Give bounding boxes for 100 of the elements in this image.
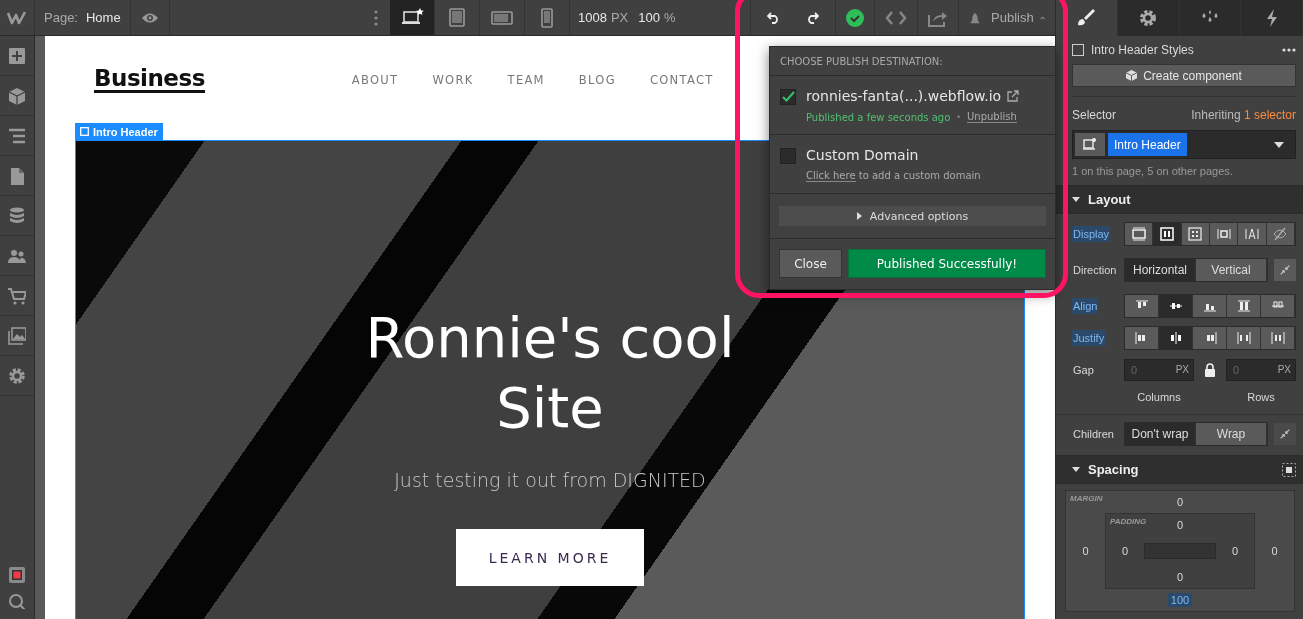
checkbox-icon[interactable] bbox=[1072, 44, 1084, 56]
page-selector[interactable]: Page: Home bbox=[35, 0, 131, 35]
layout-option-button[interactable] bbox=[1193, 327, 1227, 349]
gap-caption: Columns bbox=[1136, 391, 1182, 403]
spacing-box-icon[interactable] bbox=[1282, 462, 1296, 477]
publish-success-button[interactable]: Published Successfully! bbox=[848, 249, 1046, 278]
swap-arrows-icon bbox=[1280, 427, 1290, 441]
settings-icon bbox=[1138, 8, 1159, 28]
learn-more-button[interactable]: LEARN MORE bbox=[456, 529, 644, 586]
inline-icon bbox=[1244, 227, 1259, 241]
nav-link[interactable]: CONTACT bbox=[649, 72, 714, 87]
swap-arrows-icon bbox=[1280, 263, 1290, 277]
close-button[interactable]: Close bbox=[779, 249, 842, 278]
inheriting-label: Inheriting bbox=[1191, 108, 1241, 122]
reverse-button[interactable] bbox=[1274, 259, 1296, 281]
margin-value[interactable]: 0 bbox=[1079, 544, 1092, 558]
align-stretch-icon bbox=[1236, 299, 1251, 313]
layout-option-button[interactable] bbox=[1261, 327, 1295, 349]
grid-icon bbox=[1188, 227, 1203, 241]
element-button[interactable] bbox=[1075, 133, 1105, 156]
property-label: Children bbox=[1072, 427, 1115, 442]
margin-value[interactable]: 0 bbox=[1268, 544, 1281, 558]
nav-link[interactable]: WORK bbox=[432, 72, 474, 87]
selected-element-label: Intro Header bbox=[75, 123, 163, 140]
undo-icon bbox=[767, 11, 781, 24]
element-icon bbox=[1083, 138, 1097, 151]
redo-icon bbox=[805, 11, 819, 24]
reverse-button[interactable] bbox=[1274, 423, 1296, 445]
padding-value[interactable]: 0 bbox=[1173, 570, 1187, 584]
margin-value[interactable]: 0 bbox=[1173, 495, 1187, 509]
zoom-value: 100 bbox=[638, 10, 660, 25]
lock-icon[interactable] bbox=[1204, 363, 1216, 377]
collapse-caret-icon[interactable] bbox=[1072, 197, 1080, 202]
layout-option-button[interactable] bbox=[1181, 223, 1210, 245]
advanced-options-button[interactable]: Advanced options bbox=[779, 206, 1046, 226]
site-logo[interactable]: Business bbox=[94, 65, 205, 94]
layout-option-button[interactable] bbox=[1227, 295, 1261, 317]
block-icon bbox=[1131, 227, 1146, 241]
search-icon bbox=[8, 593, 26, 609]
segment-button[interactable]: Wrap bbox=[1196, 423, 1267, 445]
layout-option-button[interactable] bbox=[1153, 223, 1182, 245]
layout-option-button[interactable] bbox=[1261, 295, 1295, 317]
nav-link[interactable]: BLOG bbox=[578, 72, 616, 87]
create-component-button[interactable]: Create component bbox=[1072, 64, 1296, 87]
settings-icon bbox=[8, 366, 26, 385]
layout-option-button[interactable] bbox=[1125, 327, 1159, 349]
layout-option-button[interactable] bbox=[1159, 295, 1193, 317]
segmented-control[interactable] bbox=[1124, 326, 1296, 350]
popup-heading: CHOOSE PUBLISH DESTINATION: bbox=[770, 47, 1055, 76]
segment-button[interactable]: Don't wrap bbox=[1125, 423, 1196, 445]
click-here-link[interactable]: Click here bbox=[806, 170, 856, 182]
square-outline-icon bbox=[80, 127, 89, 136]
checkbox[interactable] bbox=[780, 89, 796, 105]
segment-button[interactable]: Vertical bbox=[1196, 259, 1267, 281]
layout-option-button[interactable] bbox=[1238, 223, 1267, 245]
hero-subtitle: Just testing it out from DIGNITED bbox=[394, 469, 706, 491]
domain-name: Custom Domain bbox=[806, 147, 919, 163]
padding-value[interactable]: 0 bbox=[1173, 518, 1187, 532]
breakpoint-button[interactable] bbox=[390, 0, 435, 35]
checkbox[interactable] bbox=[780, 148, 796, 164]
segmented-control[interactable] bbox=[1124, 294, 1296, 318]
external-link-icon[interactable] bbox=[1007, 90, 1020, 102]
property-label: Align bbox=[1072, 298, 1099, 314]
section-title: Spacing bbox=[1088, 462, 1140, 477]
padding-value[interactable]: 0 bbox=[1118, 544, 1132, 558]
selector-field[interactable]: Intro Header bbox=[1072, 130, 1296, 159]
collapse-caret-icon[interactable] bbox=[1072, 467, 1080, 472]
domain-name: ronnies-fanta(...).webflow.io bbox=[806, 88, 1002, 104]
layout-option-button[interactable] bbox=[1227, 327, 1261, 349]
segmented-control[interactable] bbox=[1124, 222, 1296, 246]
nav-link[interactable]: TEAM bbox=[507, 72, 545, 87]
logo-icon bbox=[7, 10, 27, 25]
layout-option-button[interactable] bbox=[1210, 223, 1239, 245]
expand-caret-icon bbox=[856, 212, 862, 220]
selector-tag[interactable]: Intro Header bbox=[1108, 133, 1187, 156]
panel-tab[interactable] bbox=[1117, 0, 1180, 36]
padding-value[interactable]: 0 bbox=[1228, 544, 1242, 558]
publish-status: Published a few seconds ago bbox=[806, 111, 951, 123]
layout-option-button[interactable] bbox=[1125, 223, 1154, 245]
custom-domain-hint: Click here to add a custom domain bbox=[806, 170, 981, 181]
segmented-control[interactable]: Don't wrap Wrap bbox=[1124, 422, 1268, 446]
property-label: Display bbox=[1072, 226, 1111, 242]
section-title: Layout bbox=[1088, 192, 1131, 207]
more-dots-icon[interactable] bbox=[1282, 48, 1296, 52]
layout-option-button[interactable] bbox=[1193, 295, 1227, 317]
justify-center-icon bbox=[1168, 331, 1183, 345]
eye-icon bbox=[140, 11, 159, 24]
brush-icon bbox=[1076, 8, 1097, 28]
margin-value[interactable]: 100 bbox=[1167, 593, 1193, 607]
database-icon bbox=[8, 206, 26, 225]
inherited-selector-link[interactable]: 1 selector bbox=[1243, 108, 1296, 122]
dropdown-caret-icon[interactable] bbox=[1274, 141, 1284, 148]
segmented-control[interactable]: Horizontal Vertical bbox=[1124, 258, 1268, 282]
nav-link[interactable]: ABOUT bbox=[351, 72, 399, 87]
segment-button[interactable]: Horizontal bbox=[1125, 259, 1196, 281]
selector-usage: 1 on this page, 5 on other pages. bbox=[1072, 165, 1234, 177]
unpublish-link[interactable]: Unpublish bbox=[967, 111, 1017, 123]
layout-option-button[interactable] bbox=[1159, 327, 1193, 349]
layout-option-button[interactable] bbox=[1125, 295, 1159, 317]
property-label: Gap bbox=[1072, 363, 1095, 378]
